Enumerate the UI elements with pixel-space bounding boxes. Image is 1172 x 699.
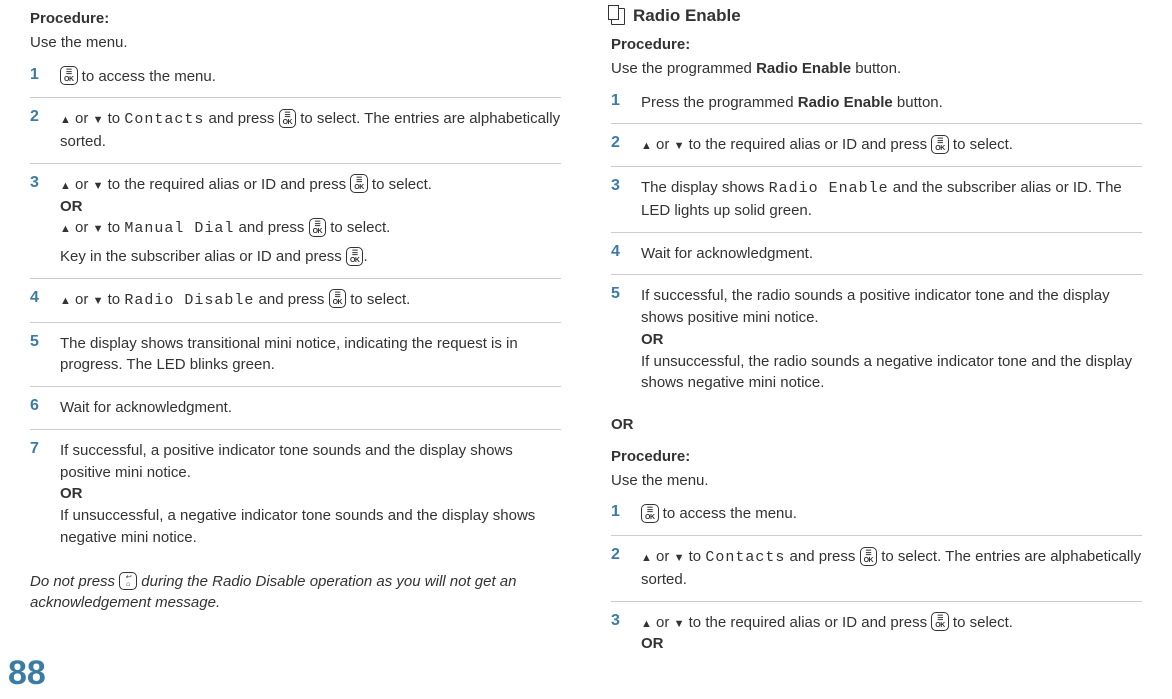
procedure-intro-2: Use the menu.	[611, 470, 1142, 492]
step-4: 4 or to Radio Disable and press to selec…	[30, 279, 561, 323]
up-arrow-icon	[60, 176, 71, 193]
up-arrow-icon	[641, 136, 652, 153]
footnote: Do not press during the Radio Disable op…	[30, 571, 561, 615]
down-arrow-icon	[674, 136, 685, 153]
down-arrow-icon	[93, 176, 104, 193]
document-icon	[611, 8, 625, 25]
step-5: 5 The display shows transitional mini no…	[30, 323, 561, 388]
ok-button-icon	[60, 66, 78, 85]
procedure-label: Procedure:	[611, 36, 690, 53]
down-arrow-icon	[674, 548, 685, 565]
step-num: 6	[30, 397, 48, 419]
step-num: 1	[611, 92, 629, 114]
step-num: 5	[30, 333, 48, 377]
step-rb1: 1 to access the menu.	[611, 493, 1142, 536]
down-arrow-icon	[93, 110, 104, 127]
step-r5: 5 If successful, the radio sounds a posi…	[611, 275, 1142, 404]
step-6: 6 Wait for acknowledgment.	[30, 387, 561, 430]
step-2: 2 or to Contacts and press to select. Th…	[30, 98, 561, 164]
step-num: 4	[611, 243, 629, 265]
step-num: 2	[30, 108, 48, 153]
left-column: Procedure: Use the menu. 1 to access the…	[30, 6, 561, 665]
step-num: 1	[30, 66, 48, 88]
right-column: Radio Enable Procedure: Use the programm…	[611, 6, 1142, 665]
step-num: 5	[611, 285, 629, 394]
up-arrow-icon	[60, 291, 71, 308]
step-r3: 3 The display shows Radio Enable and the…	[611, 167, 1142, 233]
ok-button-icon	[641, 504, 659, 523]
step-r2: 2 or to the required alias or ID and pre…	[611, 124, 1142, 167]
step-1: 1 to access the menu.	[30, 56, 561, 99]
up-arrow-icon	[641, 548, 652, 565]
two-column-layout: Procedure: Use the menu. 1 to access the…	[30, 6, 1142, 665]
ok-button-icon	[860, 547, 878, 566]
step-rb3: 3 or to the required alias or ID and pre…	[611, 602, 1142, 666]
up-arrow-icon	[60, 219, 71, 236]
ok-button-icon	[346, 247, 364, 266]
down-arrow-icon	[93, 291, 104, 308]
page-number: 88	[8, 654, 46, 693]
step-rb2: 2 or to Contacts and press to select. Th…	[611, 536, 1142, 602]
procedure-intro: Use the programmed Radio Enable button.	[611, 58, 1142, 80]
step-num: 7	[30, 440, 48, 549]
step-num: 2	[611, 134, 629, 156]
step-r4: 4 Wait for acknowledgment.	[611, 233, 1142, 276]
down-arrow-icon	[674, 614, 685, 631]
step-7: 7 If successful, a positive indicator to…	[30, 430, 561, 559]
step-num: 1	[611, 503, 629, 525]
up-arrow-icon	[641, 614, 652, 631]
procedure-label: Procedure:	[30, 10, 109, 27]
up-arrow-icon	[60, 110, 71, 127]
step-num: 3	[611, 177, 629, 222]
down-arrow-icon	[93, 219, 104, 236]
ok-button-icon	[309, 218, 327, 237]
step-num: 4	[30, 289, 48, 312]
step-3: 3 or to the required alias or ID and pre…	[30, 164, 561, 279]
step-num: 3	[611, 612, 629, 656]
back-button-icon	[119, 572, 137, 590]
step-r1: 1 Press the programmed Radio Enable butt…	[611, 82, 1142, 125]
ok-button-icon	[931, 135, 949, 154]
section-heading: Radio Enable	[611, 6, 1142, 26]
procedure-intro: Use the menu.	[30, 32, 561, 54]
ok-button-icon	[279, 109, 297, 128]
ok-button-icon	[931, 612, 949, 631]
step-num: 3	[30, 174, 48, 268]
or-separator: OR	[611, 414, 1142, 436]
ok-button-icon	[329, 289, 347, 308]
ok-button-icon	[350, 174, 368, 193]
step-num: 2	[611, 546, 629, 591]
procedure-label-2: Procedure:	[611, 448, 690, 465]
